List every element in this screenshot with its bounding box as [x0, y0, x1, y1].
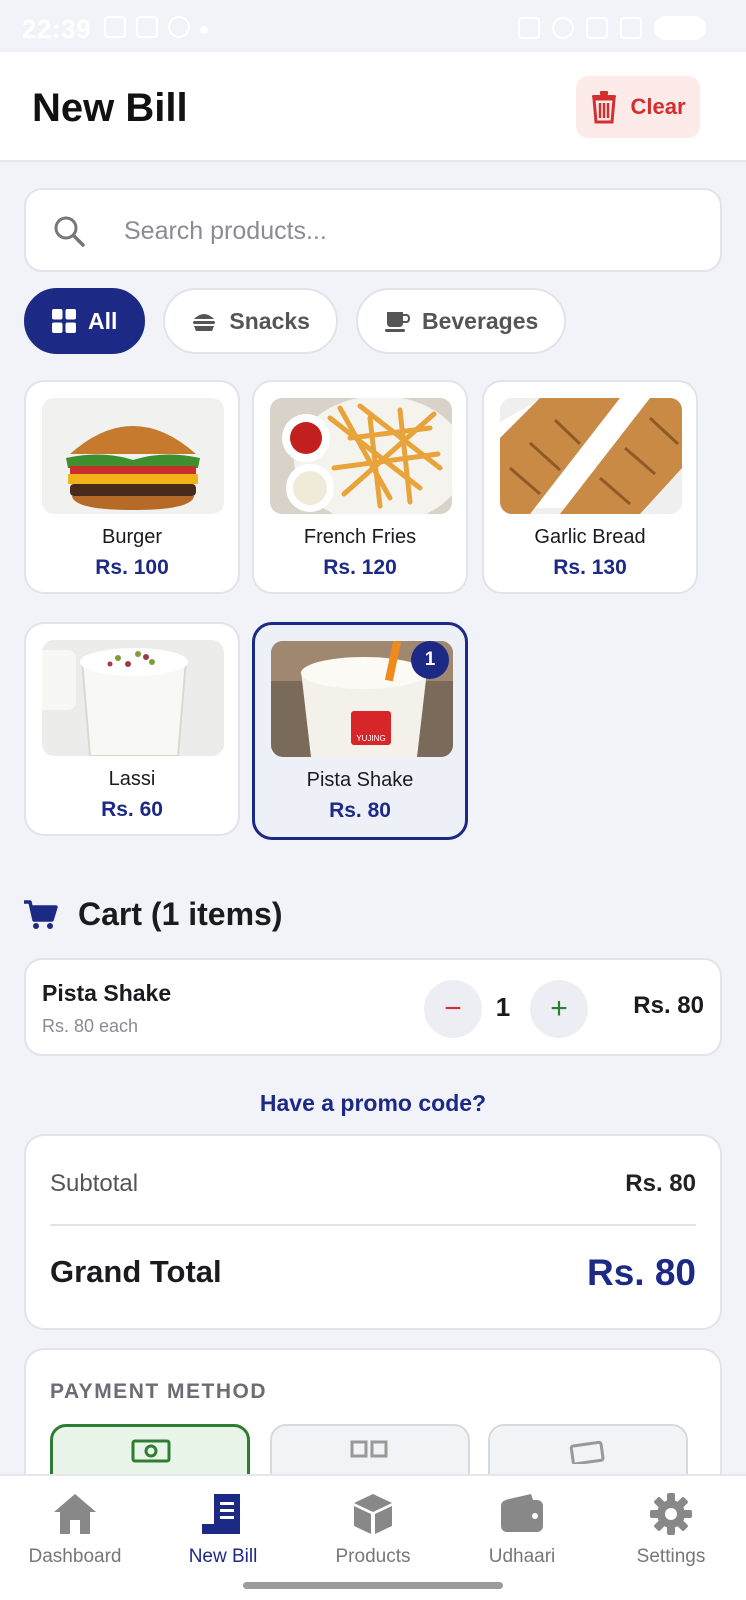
cart-item-total: Rs. 80	[633, 992, 704, 1019]
nav-udhaari[interactable]: Udhaari	[452, 1492, 592, 1568]
product-name: French Fries	[303, 526, 417, 548]
totals-card: Subtotal Rs. 80 Grand Total Rs. 80	[24, 1134, 722, 1330]
mute-icon	[518, 17, 540, 39]
cart-icon	[24, 899, 58, 929]
product-card-pista-shake[interactable]: YUJING 1 Pista Shake Rs. 80	[252, 622, 468, 840]
product-card-burger[interactable]: Burger Rs. 100	[24, 380, 240, 594]
gesture-home-bar[interactable]	[243, 1582, 503, 1589]
cart-item-unit-price: Rs. 80 each	[42, 1016, 139, 1036]
category-chip-label: Snacks	[229, 307, 310, 334]
burger-image	[42, 398, 224, 514]
gear-icon	[650, 1493, 692, 1535]
qr-icon	[350, 1440, 388, 1458]
totals-divider	[50, 1224, 696, 1226]
wallet-icon	[501, 1494, 543, 1532]
cash-icon	[131, 1439, 171, 1463]
box-icon	[354, 1494, 392, 1534]
cart-item: Pista Shake Rs. 80 each − 1 + Rs. 80	[24, 958, 722, 1056]
increase-quantity-button[interactable]: +	[530, 980, 588, 1038]
grid-icon	[52, 309, 76, 333]
product-price: Rs. 100	[95, 556, 169, 579]
product-name: Burger	[101, 526, 163, 548]
grand-total-label: Grand Total	[50, 1254, 222, 1289]
status-bar: 22:39	[0, 0, 746, 52]
minus-icon: −	[444, 992, 462, 1025]
cart-heading: Cart (1 items)	[24, 896, 283, 933]
nav-dashboard[interactable]: Dashboard	[5, 1492, 145, 1568]
app-header: New Bill Clear	[0, 52, 746, 162]
hotspot-icon	[552, 17, 574, 39]
grand-total-value: Rs. 80	[586, 1252, 696, 1293]
lassi-image	[42, 640, 224, 756]
product-price: Rs. 120	[323, 556, 397, 579]
category-chip-label: Beverages	[421, 307, 539, 334]
product-price: Rs. 60	[101, 798, 163, 821]
linkedin-icon	[136, 16, 158, 38]
decrease-quantity-button[interactable]: −	[424, 980, 482, 1038]
nav-label: Products	[335, 1546, 411, 1567]
burger-icon	[193, 314, 216, 331]
nav-label: Settings	[636, 1546, 706, 1567]
home-icon	[54, 1494, 96, 1534]
cup-icon	[384, 312, 410, 332]
nav-label: New Bill	[188, 1546, 258, 1567]
cart-item-quantity: 1	[495, 992, 511, 1022]
category-chip-label: All	[88, 307, 118, 334]
cart-item-name: Pista Shake	[42, 980, 172, 1006]
search-input[interactable]: Search products...	[24, 188, 722, 272]
nav-products[interactable]: Products	[303, 1492, 443, 1568]
subtotal-label: Subtotal	[50, 1170, 139, 1197]
status-time: 22:39	[22, 14, 91, 44]
signal-2-icon	[620, 17, 642, 39]
product-card-french-fries[interactable]: French Fries Rs. 120	[252, 380, 468, 594]
nav-new-bill[interactable]: New Bill	[153, 1492, 293, 1568]
fries-image	[270, 398, 452, 514]
garlic-bread-image	[500, 398, 682, 514]
promo-code-link[interactable]: Have a promo code?	[0, 1090, 746, 1117]
svg-text:YUJING: YUJING	[356, 734, 385, 743]
cart-title: Cart (1 items)	[78, 896, 283, 932]
category-chip-all[interactable]: All	[24, 288, 146, 354]
signal-icon	[586, 17, 608, 39]
product-price: Rs. 130	[553, 556, 627, 579]
dot-icon	[200, 26, 208, 34]
card-icon	[569, 1440, 605, 1464]
product-card-lassi[interactable]: Lassi Rs. 60	[24, 622, 240, 836]
payment-method-title: PAYMENT METHOD	[50, 1380, 268, 1403]
search-placeholder: Search products...	[124, 217, 327, 245]
category-chip-beverages[interactable]: Beverages	[355, 288, 567, 354]
trash-icon	[592, 91, 617, 124]
subtotal-value: Rs. 80	[625, 1170, 696, 1197]
category-chip-snacks[interactable]: Snacks	[163, 288, 338, 354]
nav-label: Udhaari	[488, 1546, 556, 1567]
nav-settings[interactable]: Settings	[601, 1492, 741, 1568]
clear-button[interactable]: Clear	[576, 76, 700, 138]
nav-label: Dashboard	[28, 1546, 122, 1567]
page-title: New Bill	[32, 86, 188, 130]
product-card-garlic-bread[interactable]: Garlic Bread Rs. 130	[482, 380, 698, 594]
plus-icon: +	[550, 992, 568, 1025]
quantity-badge: 1	[411, 641, 449, 679]
receipt-icon	[202, 1494, 240, 1534]
clear-button-label: Clear	[630, 94, 686, 119]
search-icon	[54, 216, 85, 247]
category-filter: All Snacks Beverages	[24, 288, 567, 354]
product-price: Rs. 80	[329, 799, 391, 822]
product-name: Garlic Bread	[534, 526, 646, 548]
call-icon	[168, 16, 190, 38]
bottom-navigation: Dashboard New Bill Products Udhaari Sett…	[0, 1474, 746, 1600]
product-name: Lassi	[108, 768, 156, 790]
battery-icon	[654, 16, 706, 40]
screenshot-icon	[104, 16, 126, 38]
status-notification-icons	[104, 16, 208, 38]
product-name: Pista Shake	[306, 769, 414, 791]
status-system-icons	[518, 16, 706, 40]
